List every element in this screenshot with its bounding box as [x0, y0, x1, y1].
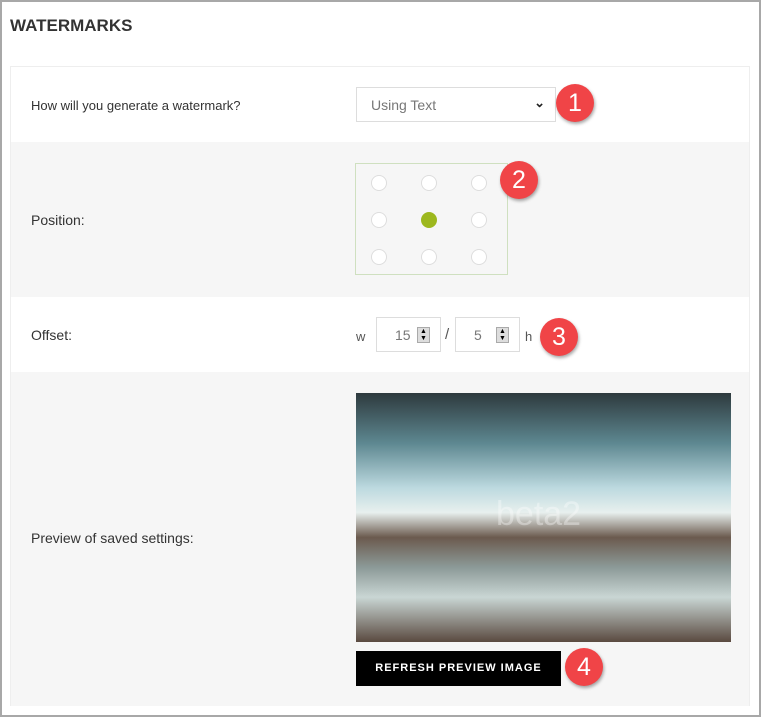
offset-label: Offset:	[31, 327, 72, 343]
callout-badge-4: 4	[565, 648, 603, 686]
preview-image: beta2	[356, 393, 731, 642]
offset-width-input[interactable]: 15 ▲ ▼	[376, 317, 441, 352]
position-bottom-left[interactable]	[371, 249, 387, 265]
spinner-icon[interactable]: ▲ ▼	[417, 327, 430, 343]
position-bottom-right[interactable]	[471, 249, 487, 265]
position-bottom-center[interactable]	[421, 249, 437, 265]
refresh-preview-button[interactable]: REFRESH PREVIEW IMAGE	[356, 651, 561, 686]
offset-height-input[interactable]: 5 ▲ ▼	[455, 317, 520, 352]
preview-row: Preview of saved settings: beta2 REFRESH…	[11, 372, 749, 706]
offset-separator: /	[445, 326, 450, 343]
spinner-icon[interactable]: ▲ ▼	[496, 327, 509, 343]
watermark-settings-panel: How will you generate a watermark? Using…	[10, 66, 750, 706]
position-label: Position:	[31, 212, 85, 228]
chevron-down-icon: ⌄	[534, 95, 545, 110]
callout-badge-2: 2	[500, 161, 538, 199]
generate-label: How will you generate a watermark?	[31, 98, 241, 113]
offset-row: Offset: w 15 ▲ ▼ / 5 ▲ ▼ h 3	[11, 297, 749, 372]
generate-method-select[interactable]: Using Text ⌄	[356, 87, 556, 122]
watermark-text: beta2	[496, 495, 582, 533]
position-center[interactable]	[421, 212, 437, 228]
height-label: h	[525, 329, 533, 344]
generate-row: How will you generate a watermark? Using…	[11, 67, 749, 142]
select-value: Using Text	[371, 97, 437, 113]
position-middle-right[interactable]	[471, 212, 487, 228]
preview-label: Preview of saved settings:	[31, 530, 194, 546]
position-row: Position: 2	[11, 142, 749, 297]
position-top-center[interactable]	[421, 175, 437, 191]
position-middle-left[interactable]	[371, 212, 387, 228]
position-top-right[interactable]	[471, 175, 487, 191]
height-value: 5	[474, 327, 482, 343]
width-value: 15	[395, 327, 411, 343]
position-top-left[interactable]	[371, 175, 387, 191]
callout-badge-3: 3	[540, 318, 578, 356]
callout-badge-1: 1	[556, 84, 594, 122]
page-title: WATERMARKS	[10, 16, 133, 35]
width-label: w	[356, 329, 366, 344]
position-grid	[355, 163, 508, 275]
